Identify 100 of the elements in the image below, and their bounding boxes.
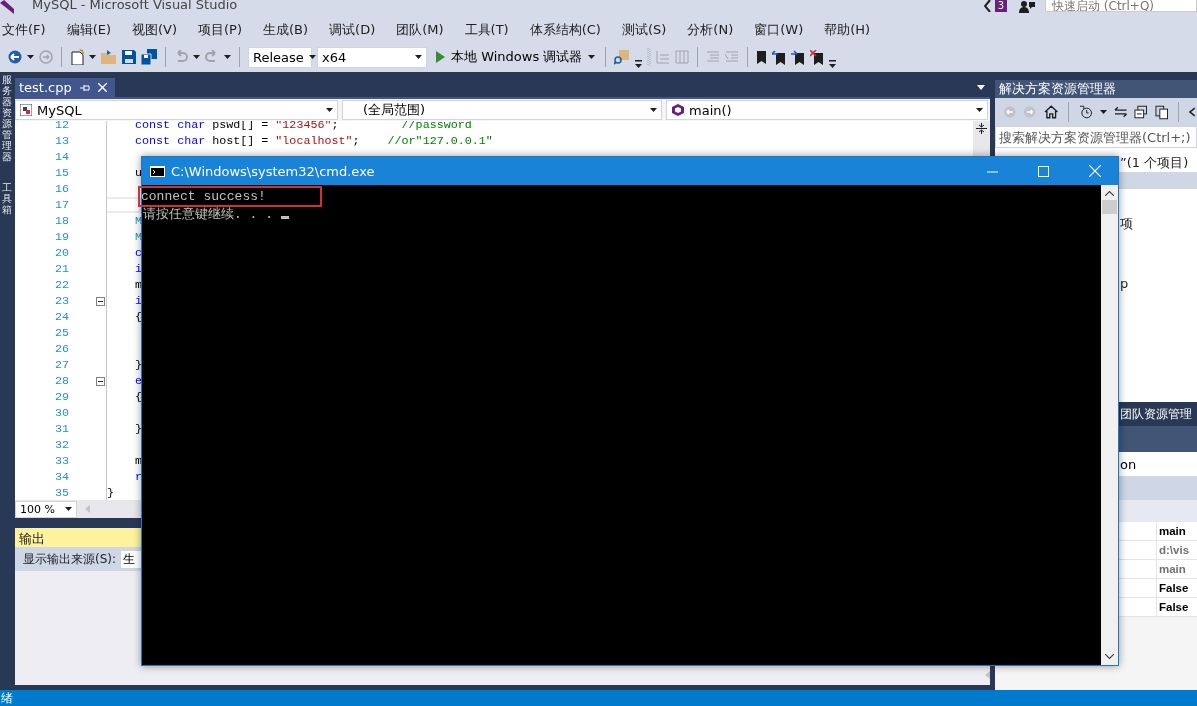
line-number: 19 bbox=[53, 230, 69, 244]
menu-item[interactable]: 调试(D) bbox=[319, 21, 387, 39]
code-line: i bbox=[134, 293, 143, 309]
code-line: const char host[] = "localhost"; //or"127.0.0.1" bbox=[134, 133, 493, 149]
menu-item[interactable]: 帮助(H) bbox=[814, 21, 882, 39]
copy-icon[interactable] bbox=[1154, 104, 1169, 120]
caret-icon bbox=[415, 55, 422, 59]
collapse-all-icon[interactable] bbox=[1134, 105, 1148, 119]
line-number: 33 bbox=[53, 454, 69, 468]
maximize-icon[interactable] bbox=[1038, 165, 1049, 177]
platform-dropdown[interactable]: x64 bbox=[317, 46, 427, 68]
console-text: connect success! bbox=[140, 188, 320, 205]
source-dropdown[interactable]: 生 bbox=[120, 549, 143, 569]
code-line: r bbox=[134, 469, 143, 485]
caret-icon[interactable] bbox=[193, 55, 200, 59]
caret-icon[interactable] bbox=[224, 55, 231, 59]
side-tab[interactable]: 服务器资源管理器 bbox=[2, 74, 12, 162]
line-number: 34 bbox=[53, 470, 69, 484]
code-line: } bbox=[134, 421, 143, 437]
bookmark-icon[interactable] bbox=[756, 49, 768, 65]
clear-bookmarks-icon[interactable] bbox=[810, 49, 825, 65]
tree-item[interactable]: p bbox=[1120, 275, 1197, 293]
find-icon[interactable] bbox=[614, 49, 631, 65]
menu-item[interactable]: 项目(P) bbox=[188, 21, 253, 39]
menu-item[interactable]: 测试(S) bbox=[611, 21, 678, 39]
overflow-icon[interactable] bbox=[829, 60, 837, 68]
menu-item[interactable]: 视图(V) bbox=[122, 21, 189, 39]
split-icon[interactable] bbox=[976, 123, 987, 134]
menu-item[interactable]: 生成(B) bbox=[253, 21, 320, 39]
menu-item[interactable]: 窗口(W) bbox=[744, 21, 815, 39]
panel-title: 解决方案资源管理器 bbox=[995, 80, 1197, 98]
search-field[interactable]: 快速启动 (Ctrl+Q) bbox=[1045, 0, 1197, 12]
code-line: e bbox=[134, 373, 143, 389]
code-line: M bbox=[134, 229, 143, 245]
close-icon[interactable] bbox=[1089, 165, 1101, 177]
overflow-icon[interactable] bbox=[635, 60, 643, 68]
open-folder-icon[interactable] bbox=[101, 50, 117, 64]
tree-item[interactable]: ”(1 个项目) bbox=[1120, 154, 1197, 172]
menu-item[interactable]: 编辑(E) bbox=[56, 21, 122, 39]
navigation-dropdown[interactable]: main() bbox=[666, 100, 988, 120]
tree-item[interactable]: 项 bbox=[1120, 215, 1197, 233]
panel-tab[interactable]: 团队资源管理 bbox=[1120, 405, 1192, 423]
console-text: 请按任意键继续. . . bbox=[143, 207, 289, 222]
code-line: m bbox=[134, 453, 143, 469]
vertical-scrollbar[interactable] bbox=[1101, 185, 1118, 665]
person-icon[interactable] bbox=[1019, 0, 1035, 14]
line-number: 27 bbox=[53, 358, 69, 372]
line-number: 26 bbox=[53, 342, 69, 356]
back-icon[interactable] bbox=[8, 50, 22, 64]
document-tab[interactable]: test.cpp bbox=[15, 78, 115, 97]
notification-badge[interactable]: 3 bbox=[994, 0, 1007, 12]
line-number: 17 bbox=[53, 198, 69, 212]
previous-bookmark-icon[interactable] bbox=[772, 49, 787, 65]
object-dropdown[interactable]: on bbox=[1119, 452, 1197, 476]
property-value: main bbox=[1157, 560, 1197, 579]
scroll-up-icon[interactable] bbox=[1105, 191, 1114, 196]
save-icon[interactable] bbox=[122, 50, 136, 64]
menu-item[interactable]: 分析(N) bbox=[677, 21, 745, 39]
collapse-icon[interactable] bbox=[96, 296, 105, 306]
save-all-icon[interactable] bbox=[141, 49, 157, 65]
line-number: 32 bbox=[53, 438, 69, 452]
menu-item[interactable]: 体系结构(C) bbox=[519, 21, 612, 39]
start-debugging-button[interactable]: 本地 Windows 调试器 bbox=[432, 46, 598, 68]
code-line: { bbox=[134, 389, 143, 405]
line-number: 15 bbox=[53, 166, 69, 180]
line-number: 30 bbox=[53, 406, 69, 420]
scroll-down-icon[interactable] bbox=[1105, 654, 1114, 659]
collapse-icon[interactable] bbox=[96, 376, 105, 386]
next-bookmark-icon[interactable] bbox=[791, 49, 806, 65]
menu-item[interactable]: 团队(M) bbox=[386, 21, 455, 39]
caret-icon[interactable] bbox=[1099, 110, 1107, 114]
search-field[interactable]: 搜索解决方案资源管理器(Ctrl+;) bbox=[995, 126, 1197, 148]
new-project-icon[interactable] bbox=[70, 49, 84, 65]
caret-icon[interactable] bbox=[89, 55, 96, 59]
scroll-thumb[interactable] bbox=[1102, 200, 1117, 214]
line-number: 23 bbox=[53, 294, 69, 308]
line-number: 24 bbox=[53, 310, 69, 324]
menu-item[interactable]: 工具(T) bbox=[454, 21, 520, 39]
code-icon[interactable] bbox=[1189, 107, 1197, 117]
side-tab[interactable]: 工具箱 bbox=[2, 182, 12, 215]
caret-icon bbox=[326, 108, 333, 112]
tab-list-icon[interactable] bbox=[977, 85, 985, 90]
history-icon[interactable] bbox=[1079, 105, 1093, 119]
pin-icon[interactable] bbox=[79, 82, 90, 93]
caret-icon[interactable] bbox=[27, 55, 34, 59]
close-icon[interactable] bbox=[97, 83, 107, 92]
menu-item[interactable]: 文件(F) bbox=[0, 21, 57, 39]
navigation-dropdown[interactable]: (全局范围) bbox=[342, 100, 662, 120]
property-value: False bbox=[1157, 598, 1197, 617]
line-number: 12 bbox=[53, 121, 69, 132]
line-number: 18 bbox=[53, 214, 69, 228]
home-icon[interactable] bbox=[1043, 105, 1059, 119]
code-line: { bbox=[134, 309, 143, 325]
grip-icon bbox=[647, 47, 652, 67]
window-title: MySQL - Microsoft Visual Studio bbox=[32, 0, 238, 12]
line-number: 28 bbox=[53, 374, 69, 388]
sync-icon[interactable] bbox=[1113, 106, 1128, 118]
zoom-dropdown[interactable]: 100 % bbox=[15, 500, 77, 518]
method-icon bbox=[672, 104, 684, 116]
navigation-dropdown[interactable]: MySQL bbox=[15, 100, 338, 120]
